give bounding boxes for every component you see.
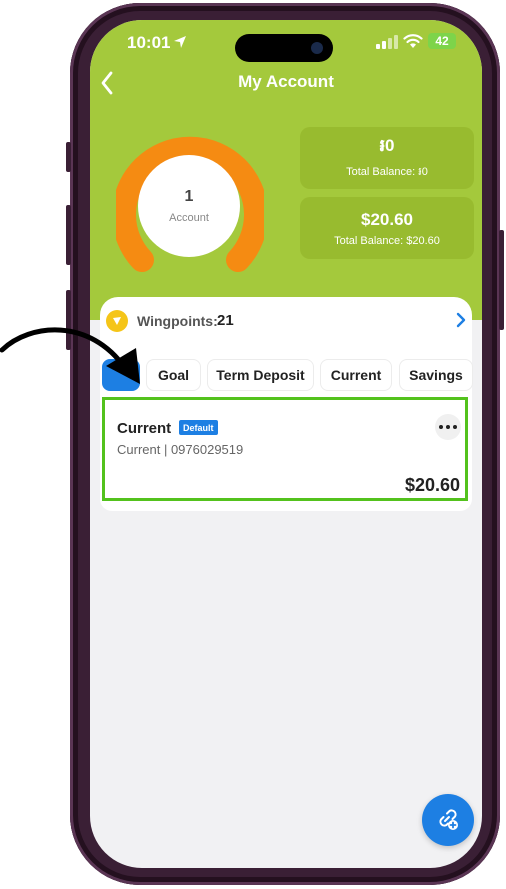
signal-icon bbox=[376, 35, 398, 49]
balance-amount: ៛0 bbox=[379, 136, 395, 155]
more-dot bbox=[453, 425, 457, 429]
balance-card-khr: ៛0 Total Balance: ៛0 bbox=[300, 127, 474, 189]
balance-label: Total Balance: ៛0 bbox=[346, 166, 428, 178]
more-options-button[interactable] bbox=[435, 414, 461, 440]
wingpoints-chevron-button[interactable] bbox=[454, 311, 468, 329]
account-balance: $20.60 bbox=[404, 475, 460, 495]
battery-level: 42 bbox=[435, 34, 449, 48]
default-badge: Default bbox=[179, 420, 218, 435]
account-name: Current bbox=[117, 420, 172, 437]
chevron-right-icon bbox=[456, 312, 466, 328]
wifi-icon bbox=[403, 34, 423, 48]
account-number: Current | 0976029519 bbox=[117, 442, 244, 457]
balance-label: Total Balance: $20.60 bbox=[334, 234, 440, 247]
more-dot bbox=[446, 425, 450, 429]
dynamic-island bbox=[235, 34, 333, 62]
phone-mute-switch bbox=[66, 142, 71, 172]
wingpoints-value: 21 bbox=[217, 312, 234, 329]
camera-icon bbox=[311, 42, 323, 54]
location-arrow-icon bbox=[174, 36, 186, 48]
tab-label: Goal bbox=[157, 367, 190, 383]
link-account-button[interactable] bbox=[422, 794, 474, 846]
more-horizontal-icon bbox=[439, 425, 443, 429]
tab-label: Term Deposit bbox=[216, 367, 305, 383]
app-screen: 10:01 42 My Account 1 Account ៛0 Total B… bbox=[90, 20, 482, 868]
battery-indicator: 42 bbox=[428, 33, 456, 49]
annotation-arrow bbox=[0, 327, 140, 384]
tab-label: Current bbox=[330, 367, 382, 383]
balance-amount: $20.60 bbox=[361, 209, 413, 229]
account-count: 1 bbox=[184, 188, 194, 205]
page-title: My Account bbox=[238, 72, 334, 91]
tab-label: Savings bbox=[409, 367, 463, 383]
phone-volume-up bbox=[66, 205, 71, 265]
phone-power-button bbox=[499, 230, 504, 330]
tab-current[interactable]: Current bbox=[320, 359, 392, 391]
tab-term-deposit[interactable]: Term Deposit bbox=[207, 359, 314, 391]
balance-card-usd: $20.60 Total Balance: $20.60 bbox=[300, 197, 474, 259]
tab-savings[interactable]: Savings bbox=[399, 359, 473, 391]
account-count-label: Account bbox=[169, 212, 209, 224]
status-time: 10:01 bbox=[127, 33, 171, 52]
donut-center: 1 Account bbox=[138, 155, 240, 257]
link-plus-icon bbox=[439, 809, 458, 830]
